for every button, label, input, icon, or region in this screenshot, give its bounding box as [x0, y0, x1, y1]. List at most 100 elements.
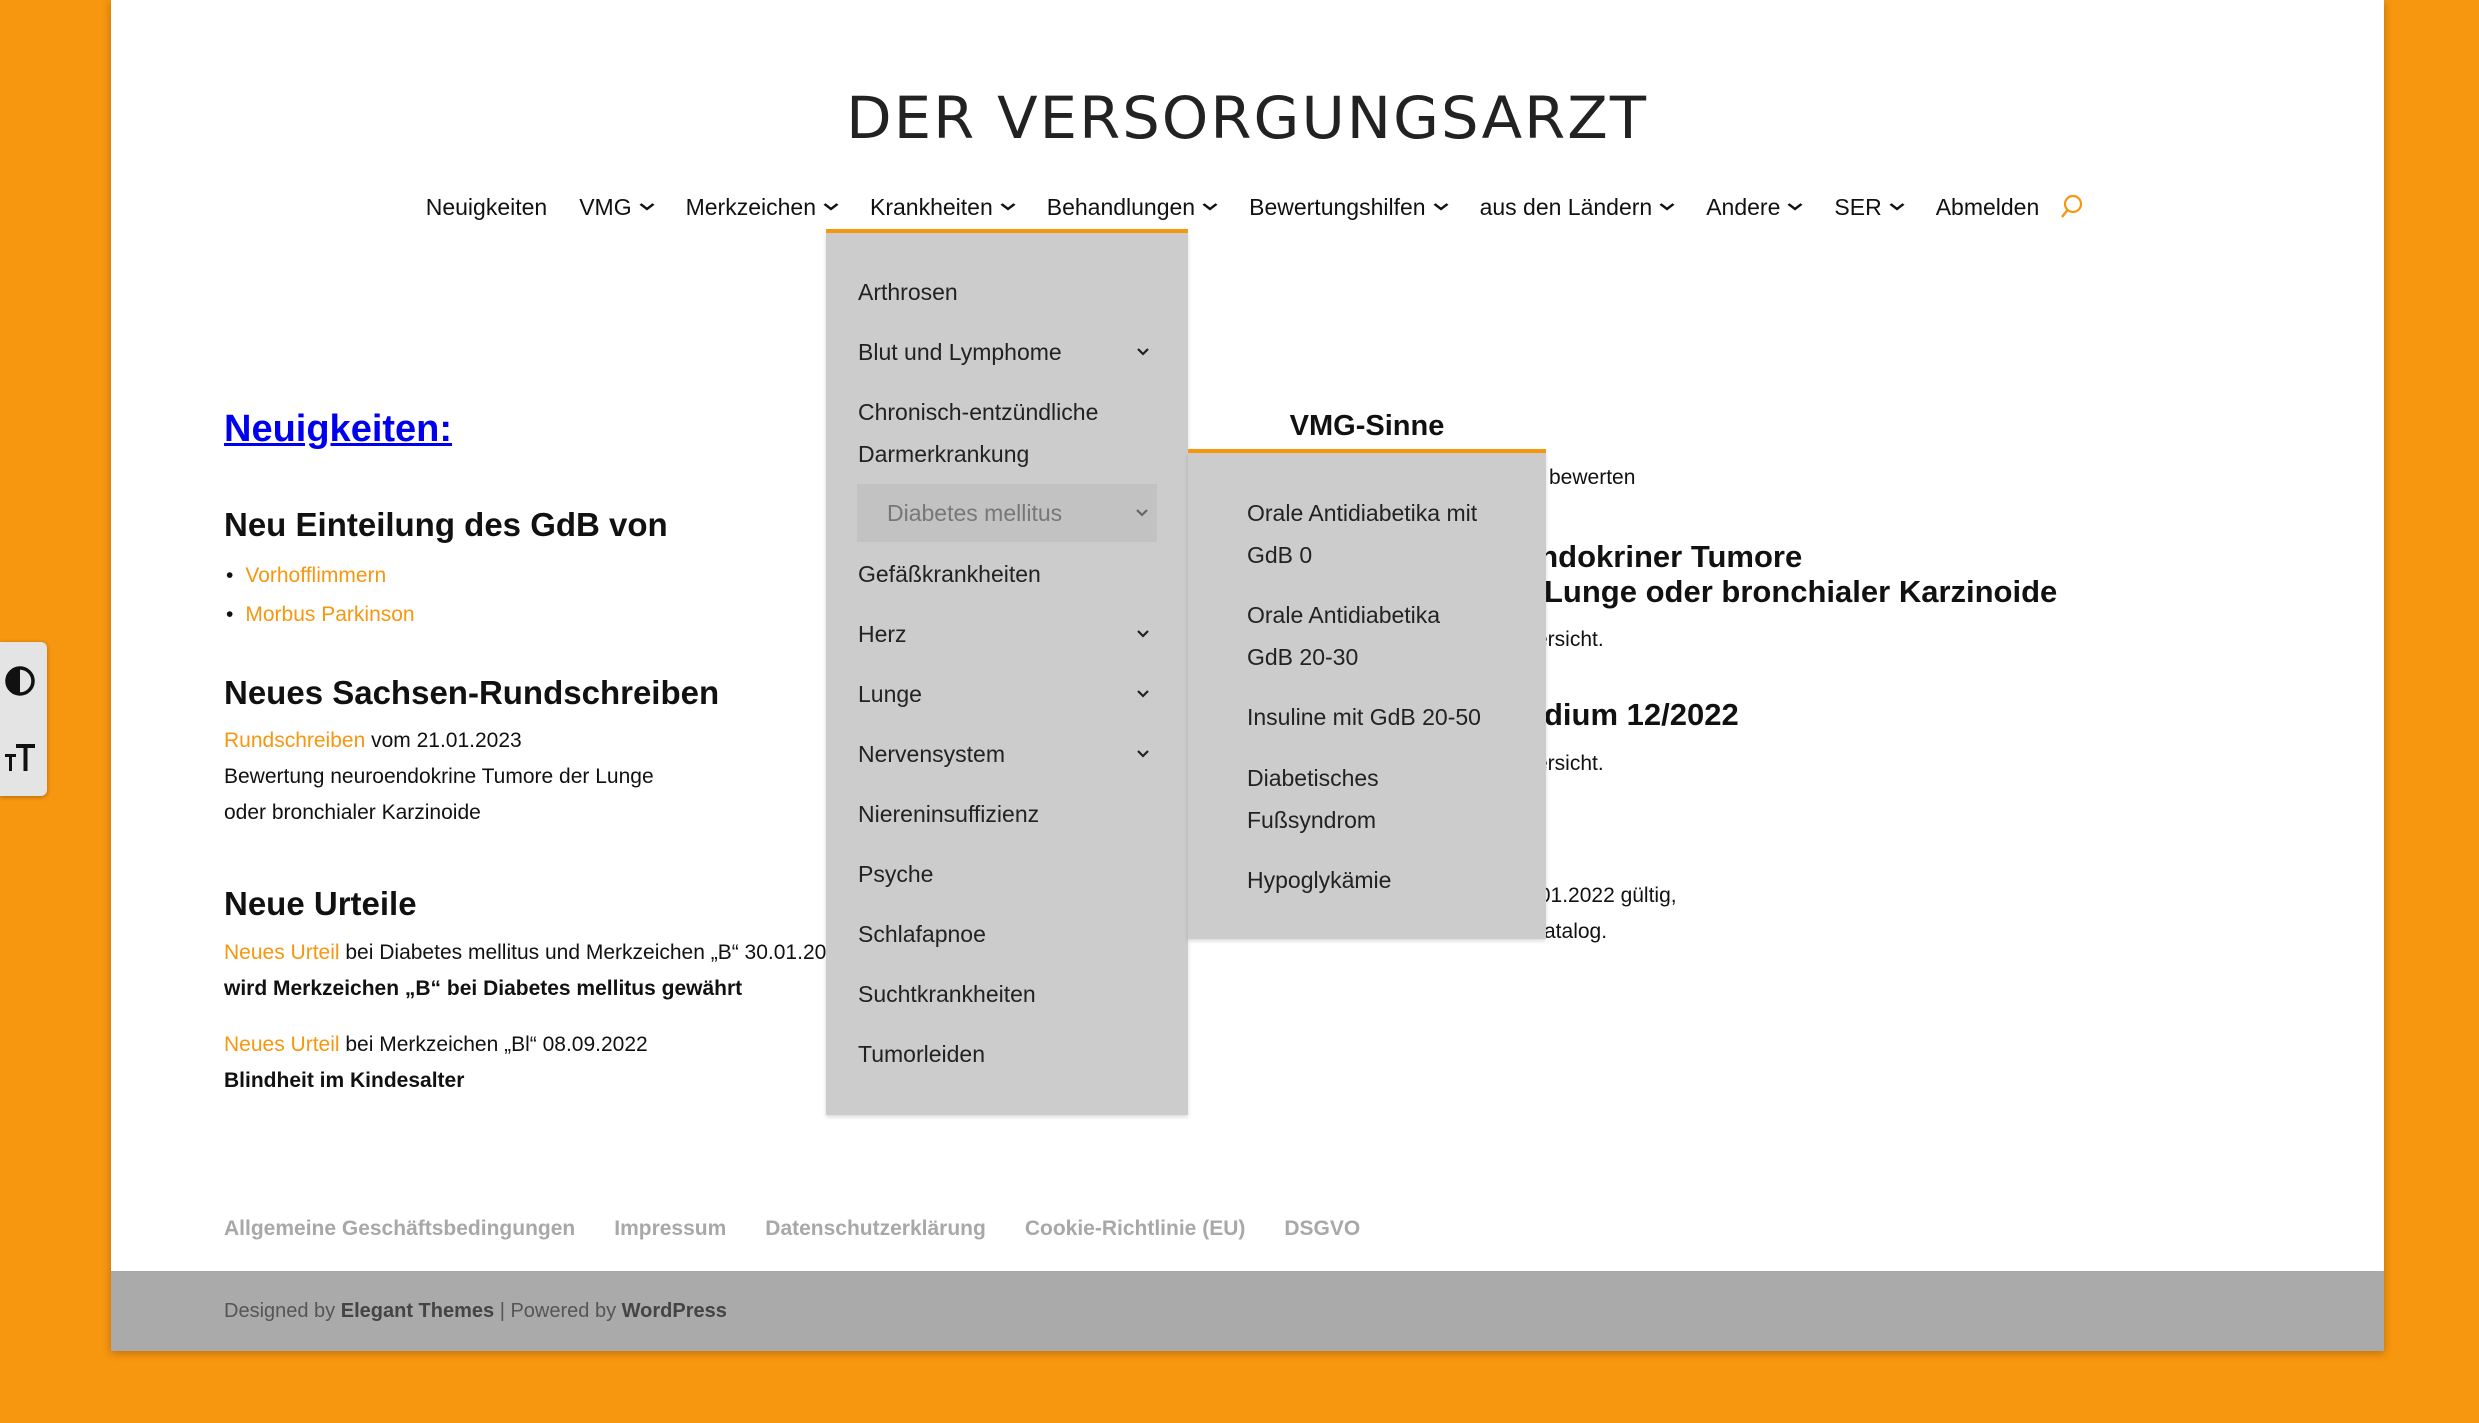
menu-item-niereninsuffizienz[interactable]: Niereninsuffizienz [858, 793, 1158, 835]
menu-item-suchtkrankheiten[interactable]: Suchtkrankheiten [858, 973, 1158, 1015]
nav-label[interactable]: Behandlungen [1047, 194, 1195, 221]
site-logo-text[interactable]: DER VERSORGUNGSARZT [847, 84, 1649, 152]
submenu-item-label[interactable]: Orale Antidiabetika mit [1247, 492, 1507, 534]
submenu-item-label[interactable]: GdB 20-30 [1247, 636, 1507, 678]
submenu-item-label[interactable]: GdB 0 [1247, 534, 1507, 576]
news-heading-link[interactable]: Neuigkeiten: [224, 408, 452, 451]
menu-item-label[interactable]: Lunge [858, 673, 922, 715]
nav-label[interactable]: VMG [579, 194, 631, 221]
footer-credit: Designed by Elegant Themes | Powered by … [224, 1300, 727, 1323]
submenu-item-insuline[interactable]: Insuline mit GdB 20-50 [1247, 696, 1507, 738]
menu-item-tumorleiden[interactable]: Tumorleiden [858, 1033, 1158, 1075]
nav-label[interactable]: Abmelden [1936, 194, 2040, 221]
wordpress-link[interactable]: WordPress [622, 1300, 727, 1322]
nav-item-neuigkeiten[interactable]: Neuigkeiten [410, 190, 563, 224]
menu-item-schlafapnoe[interactable]: Schlafapnoe [858, 913, 1158, 955]
nav-label[interactable]: Andere [1706, 194, 1780, 221]
right-heading-1b: Lunge oder bronchialer Karzinoide [1544, 574, 2058, 609]
menu-item-arthrosen[interactable]: Arthrosen [858, 271, 1158, 313]
rundschreiben-desc-2: oder bronchialer Karzinoide [224, 801, 481, 824]
nav-item-bewertungshilfen[interactable]: Bewertungshilfen [1233, 190, 1463, 224]
submenu-item-label[interactable]: Insuline mit GdB 20-50 [1247, 696, 1507, 738]
link-vorhofflimmern[interactable]: Vorhofflimmern [245, 564, 386, 587]
urteil-2-link[interactable]: Neues Urteil [224, 1033, 340, 1056]
submenu-item-fusssyndrom[interactable]: Diabetisches Fußsyndrom [1247, 757, 1507, 841]
right-frag-uebersicht-1: ersicht. [1536, 628, 1604, 651]
menu-item-label[interactable]: Darmerkrankung [858, 433, 1029, 475]
nav-item-vmg[interactable]: VMG [563, 190, 669, 224]
menu-item-label[interactable]: Blut und Lymphome [858, 331, 1062, 373]
rundschreiben-date: vom 21.01.2023 [365, 729, 522, 752]
nav-item-ser[interactable]: SER [1818, 190, 1919, 224]
menu-item-label[interactable]: Arthrosen [858, 271, 958, 313]
menu-item-nervensystem[interactable]: Nervensystem [858, 733, 1158, 775]
nav-item-merkzeichen[interactable]: Merkzeichen [670, 190, 854, 224]
menu-item-label[interactable]: Niereninsuffizienz [858, 793, 1039, 835]
submenu-item-label[interactable]: Orale Antidiabetika [1247, 594, 1507, 636]
submenu-item-orale-gdb0[interactable]: Orale Antidiabetika mit GdB 0 [1247, 492, 1507, 576]
chevron-down-icon [1201, 202, 1219, 212]
gdb-link-list: Vorhofflimmern Morbus Parkinson [226, 556, 414, 634]
menu-item-label[interactable]: Schlafapnoe [858, 913, 986, 955]
chevron-down-icon [1431, 202, 1449, 212]
nav-item-aus-den-laendern[interactable]: aus den Ländern [1464, 190, 1691, 224]
contrast-toggle-button[interactable] [0, 661, 40, 701]
urteil-1-link[interactable]: Neues Urteil [224, 941, 340, 964]
footer-link-agb[interactable]: Allgemeine Geschäftsbedingungen [224, 1217, 575, 1241]
font-size-icon [5, 744, 35, 771]
nav-label[interactable]: Merkzeichen [686, 194, 816, 221]
nav-label[interactable]: Neuigkeiten [426, 194, 547, 221]
chevron-down-icon [999, 202, 1017, 212]
urteil-2-summary: Blindheit im Kindesalter [224, 1069, 465, 1092]
menu-item-diabetes-mellitus[interactable]: Diabetes mellitus [857, 484, 1157, 542]
footer-link-dsgvo[interactable]: DSGVO [1284, 1217, 1360, 1241]
footer-link-cookie[interactable]: Cookie-Richtlinie (EU) [1025, 1217, 1246, 1241]
font-size-button[interactable] [0, 737, 40, 777]
submenu-item-label[interactable]: Fußsyndrom [1247, 799, 1507, 841]
urteil-2-text: bei Merkzeichen „Bl“ 08.09.2022 [339, 1033, 648, 1056]
elegant-themes-link[interactable]: Elegant Themes [341, 1300, 494, 1322]
nav-item-andere[interactable]: Andere [1690, 190, 1818, 224]
menu-item-label[interactable]: Tumorleiden [858, 1033, 985, 1075]
section-title-urteile: Neue Urteile [224, 885, 417, 922]
rundschreiben-line: Rundschreiben vom 21.01.2023 [224, 723, 522, 759]
chevron-down-icon [1658, 202, 1676, 212]
footer-link-datenschutz[interactable]: Datenschutzerklärung [765, 1217, 986, 1241]
chevron-down-icon [1888, 202, 1906, 212]
nav-label[interactable]: Krankheiten [870, 194, 993, 221]
urteil-1-text: bei Diabetes mellitus und Merkzeichen „B… [339, 941, 827, 964]
submenu-item-label[interactable]: Hypoglykämie [1247, 859, 1507, 901]
menu-item-psyche[interactable]: Psyche [858, 853, 1158, 895]
menu-item-label[interactable]: Psyche [858, 853, 933, 895]
nav-label[interactable]: aus den Ländern [1480, 194, 1653, 221]
menu-item-chronisch-entzuendliche[interactable]: Chronisch-entzündliche [858, 391, 1158, 433]
submenu-item-orale-gdb20-30[interactable]: Orale Antidiabetika GdB 20-30 [1247, 594, 1507, 678]
right-frag-uebersicht-2: ersicht. [1536, 752, 1604, 775]
submenu-item-hypoglykaemie[interactable]: Hypoglykämie [1247, 859, 1507, 901]
nav-item-krankheiten[interactable]: Krankheiten [854, 190, 1031, 224]
nav-item-abmelden[interactable]: Abmelden [1920, 190, 2056, 224]
menu-item-gefaesskrankheiten[interactable]: Gefäßkrankheiten [858, 553, 1158, 595]
krankheiten-dropdown-menu: Arthrosen Blut und Lymphome Chronisch-en… [826, 233, 1188, 1115]
menu-item-label[interactable]: Herz [858, 613, 907, 655]
menu-item-label[interactable]: Diabetes mellitus [887, 484, 1062, 542]
link-morbus-parkinson[interactable]: Morbus Parkinson [245, 603, 414, 626]
site-logo[interactable]: DER VERSORGUNGSARZT [111, 84, 2384, 152]
nav-label[interactable]: Bewertungshilfen [1249, 194, 1425, 221]
nav-label[interactable]: SER [1834, 194, 1881, 221]
menu-item-label[interactable]: Gefäßkrankheiten [858, 553, 1041, 595]
submenu-top-line [1188, 449, 1546, 453]
rundschreiben-link[interactable]: Rundschreiben [224, 729, 365, 752]
search-icon[interactable] [2059, 193, 2085, 221]
menu-item-label[interactable]: Nervensystem [858, 733, 1005, 775]
menu-item-lunge[interactable]: Lunge [858, 673, 1158, 715]
submenu-item-label[interactable]: Diabetisches [1247, 757, 1507, 799]
urteil-1-line: Neues Urteil bei Diabetes mellitus und M… [224, 935, 826, 971]
menu-item-herz[interactable]: Herz [858, 613, 1158, 655]
menu-item-blut-und-lymphome[interactable]: Blut und Lymphome [858, 331, 1158, 373]
menu-item-label[interactable]: Chronisch-entzündliche [858, 391, 1098, 433]
footer-link-impressum[interactable]: Impressum [614, 1217, 726, 1241]
menu-item-darmerkrankung[interactable]: Darmerkrankung [858, 433, 1158, 475]
nav-item-behandlungen[interactable]: Behandlungen [1031, 190, 1233, 224]
menu-item-label[interactable]: Suchtkrankheiten [858, 973, 1036, 1015]
